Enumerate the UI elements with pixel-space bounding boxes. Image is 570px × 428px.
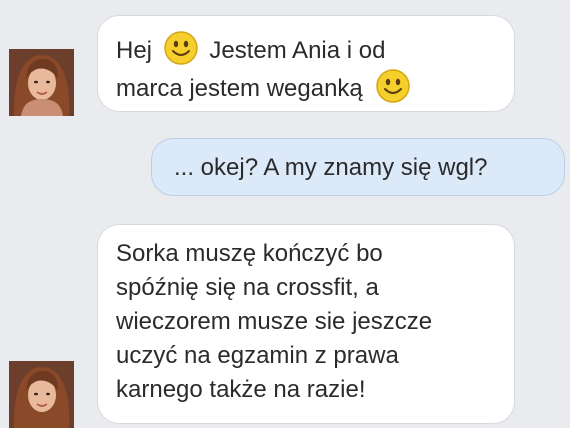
- message-line: Hej Jestem Ania i od: [116, 30, 496, 68]
- avatar-photo: [9, 361, 74, 428]
- avatar-photo: [9, 49, 74, 116]
- smiley-emoji-icon: [163, 31, 198, 65]
- message-text: ... okej? A my znamy się wgl?: [174, 154, 488, 181]
- message-text: marca jestem weganką: [116, 75, 363, 102]
- message-text: karnego także na razie!: [116, 376, 366, 403]
- message-text: Hej: [116, 37, 153, 64]
- message-text: Jestem Ania i od: [209, 37, 386, 64]
- smiley-emoji-icon: [376, 69, 411, 103]
- message-bubble-outgoing[interactable]: ... okej? A my znamy się wgl?: [151, 138, 565, 196]
- message-text: uczyć na egzamin z prawa: [116, 342, 399, 369]
- message-bubble-incoming[interactable]: Hej Jestem Ania i od marca jestem wegank…: [97, 15, 515, 112]
- message-text: wieczorem musze sie jeszcze: [116, 308, 433, 335]
- message-text: spóźnię się na crossfit, a: [116, 274, 379, 301]
- contact-avatar[interactable]: [9, 361, 74, 428]
- message-bubble-incoming[interactable]: Sorka muszę kończyć bo spóźnię się na cr…: [97, 224, 515, 424]
- contact-avatar[interactable]: [9, 49, 74, 116]
- message-line: marca jestem weganką: [116, 68, 496, 106]
- message-text: Sorka muszę kończyć bo: [116, 240, 383, 267]
